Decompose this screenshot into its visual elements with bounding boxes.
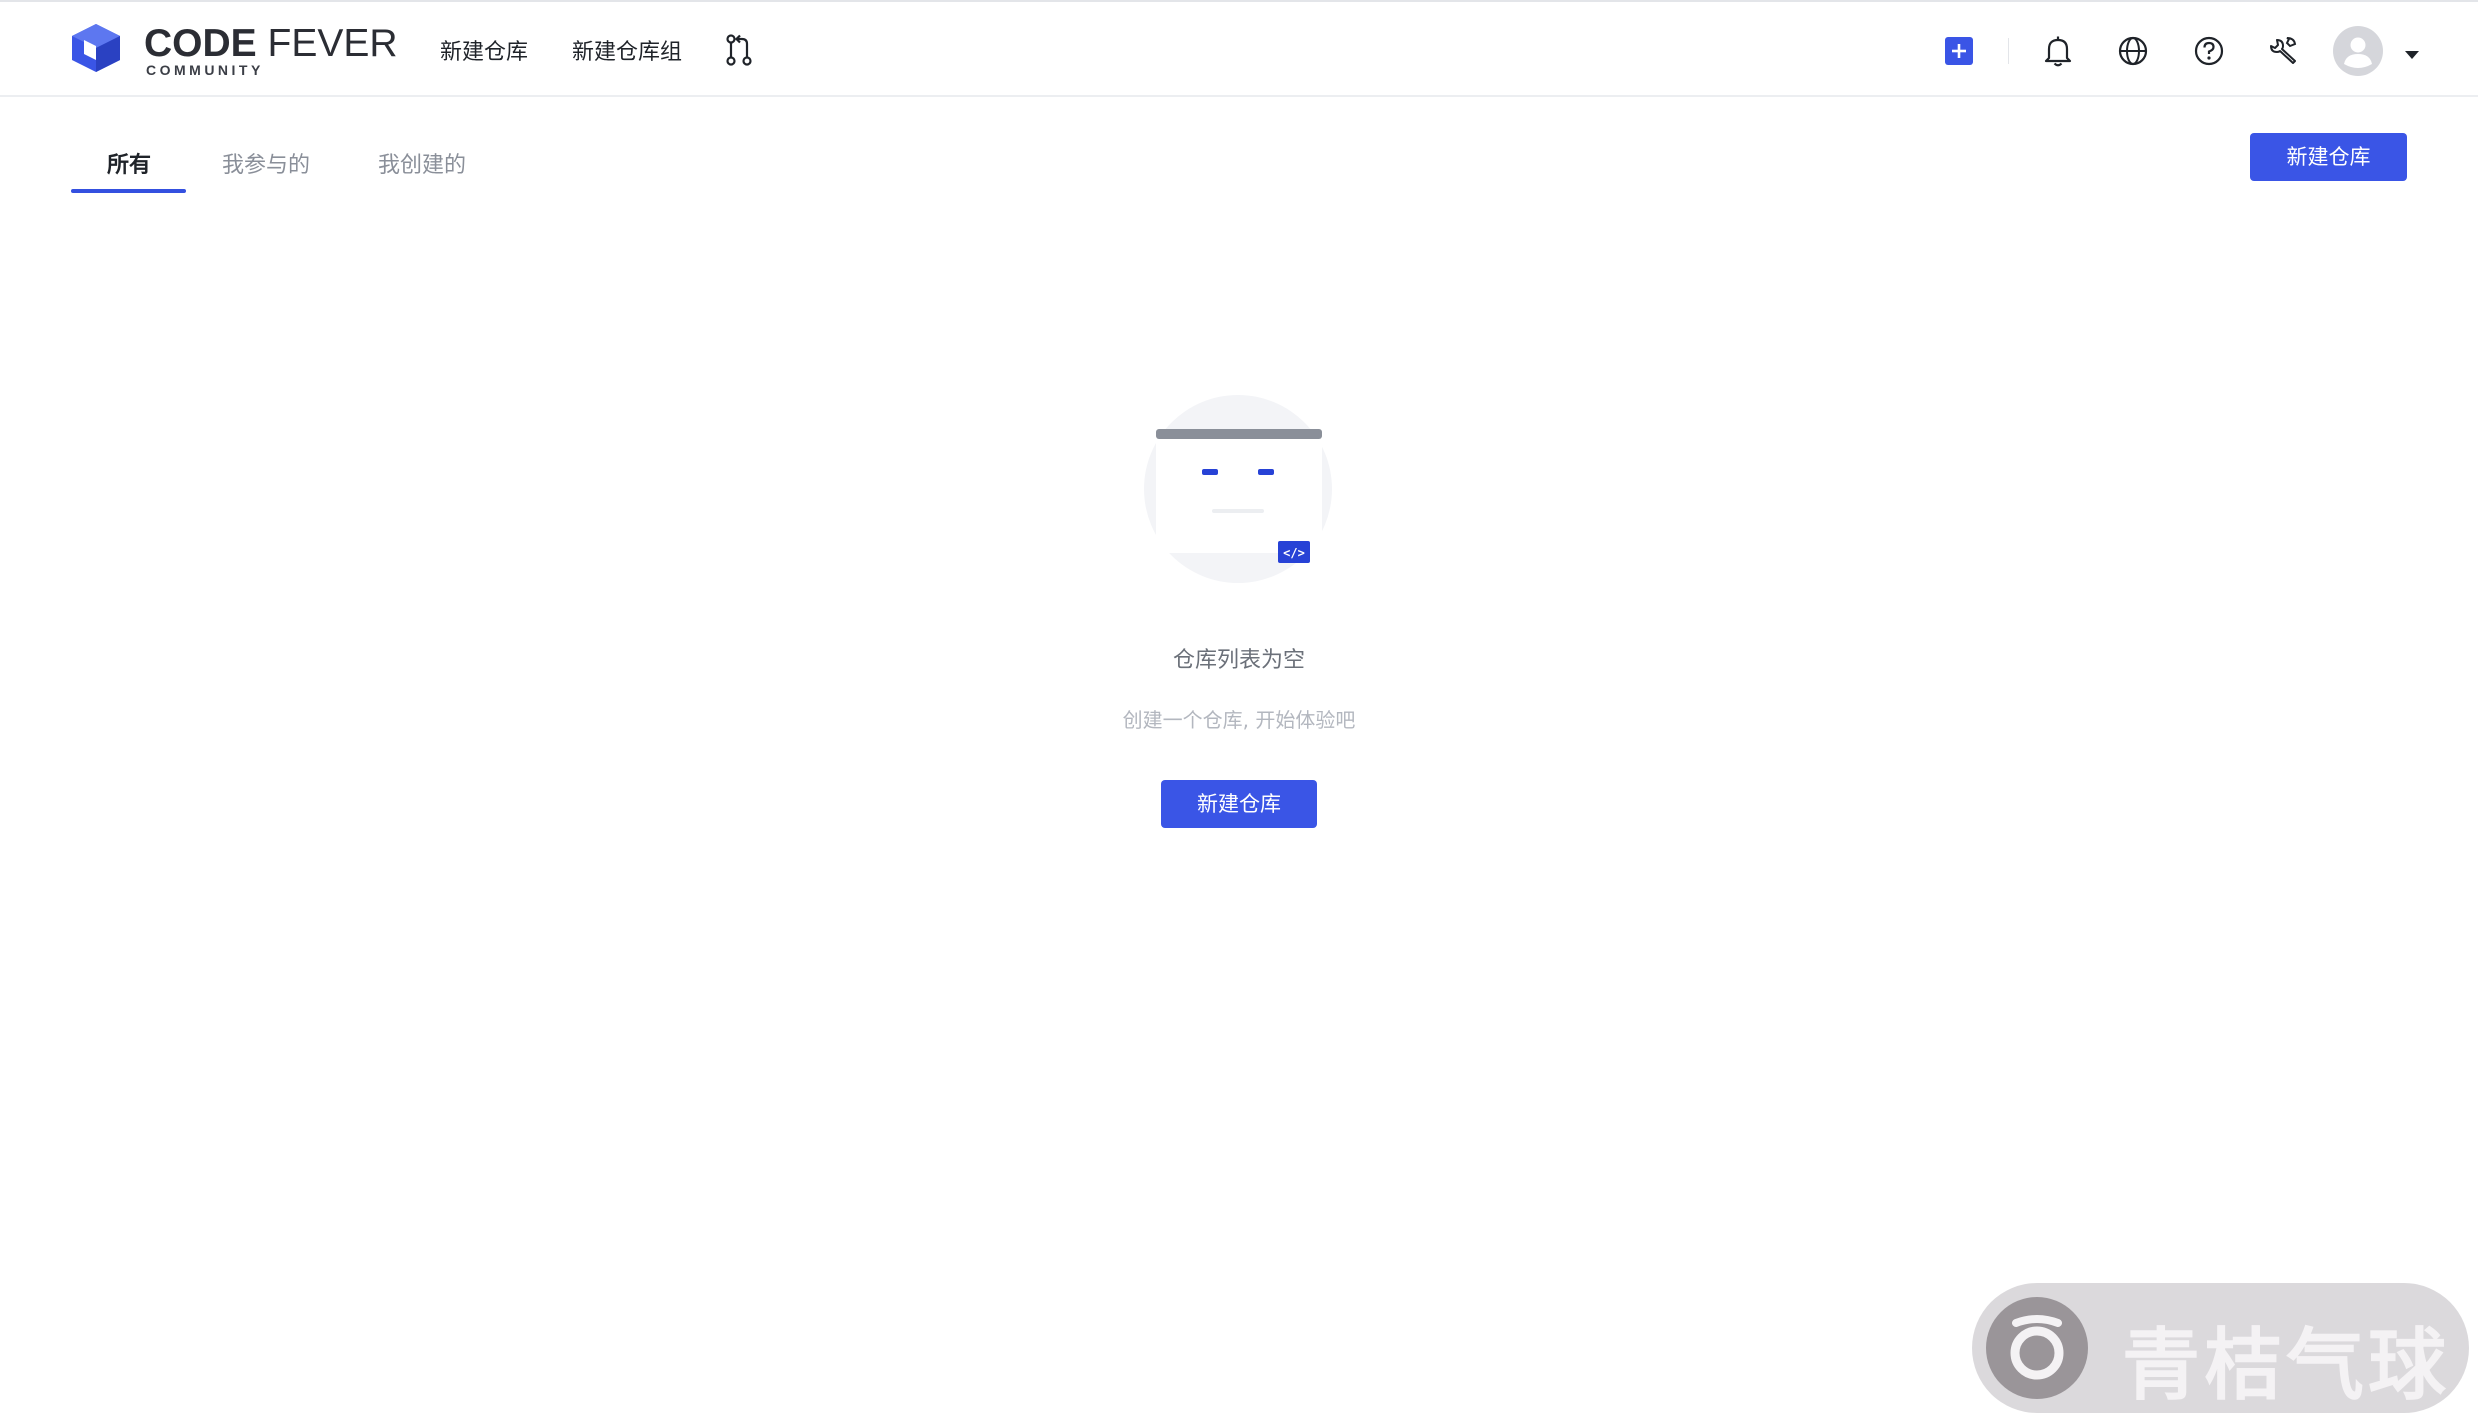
cube-logo-icon <box>72 24 120 72</box>
git-pull-request-icon[interactable] <box>724 34 754 70</box>
brand-subtitle: COMMUNITY <box>146 62 264 78</box>
empty-state-title: 仓库列表为空 <box>1172 648 1305 673</box>
tab-participated[interactable]: 我参与的 <box>222 147 310 179</box>
bell-icon[interactable] <box>2044 35 2072 71</box>
caret-down-icon[interactable] <box>2404 45 2420 64</box>
watermark-logo-icon <box>1986 1297 2088 1399</box>
watermark-badge: 青桔气球 <box>1972 1283 2469 1413</box>
nav-new-repo-group[interactable]: 新建仓库组 <box>572 34 682 66</box>
code-badge-icon: </> <box>1283 546 1305 560</box>
top-navbar: CODE FEVER COMMUNITY 新建仓库 新建仓库组 <box>0 0 2478 97</box>
avatar-icon[interactable] <box>2333 26 2383 80</box>
plus-square-icon[interactable] <box>1945 37 1973 69</box>
wrench-icon[interactable] <box>2268 35 2298 69</box>
header-divider <box>2008 38 2009 64</box>
page: CODE FEVER COMMUNITY 新建仓库 新建仓库组 所有 我参与的 … <box>0 0 2478 1422</box>
brand-logo[interactable]: CODE FEVER COMMUNITY <box>68 22 398 80</box>
tab-created-by-me[interactable]: 我创建的 <box>378 147 466 179</box>
brand-name: CODE FEVER <box>144 22 398 65</box>
nav-new-repo[interactable]: 新建仓库 <box>440 34 528 66</box>
empty-repo-illustration: </> <box>1142 393 1338 593</box>
globe-icon[interactable] <box>2118 36 2148 70</box>
help-circle-icon[interactable] <box>2194 36 2224 70</box>
active-tab-indicator <box>71 189 186 193</box>
watermark-text: 青桔气球 <box>2122 1321 2451 1411</box>
tab-all[interactable]: 所有 <box>107 147 151 179</box>
new-repo-button[interactable]: 新建仓库 <box>2250 133 2407 181</box>
empty-state-description: 创建一个仓库, 开始体验吧 <box>1122 708 1356 732</box>
empty-state-new-repo-button[interactable]: 新建仓库 <box>1161 780 1317 828</box>
